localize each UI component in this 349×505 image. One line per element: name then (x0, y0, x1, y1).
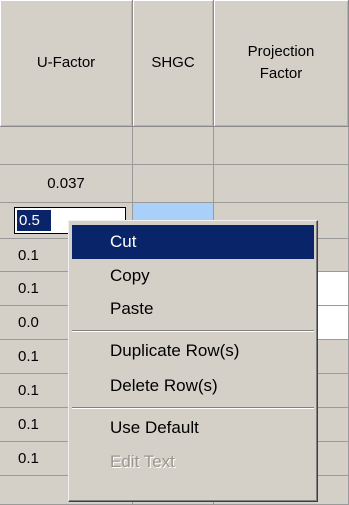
menu-item-edit-text: Edit Text (110, 452, 175, 471)
column-header-shgc[interactable]: SHGC (133, 0, 214, 127)
menu-item-copy[interactable]: Copy (72, 259, 314, 293)
menu-item-paste[interactable]: Paste (72, 292, 314, 326)
column-header-projection-factor[interactable]: Projection Factor (214, 0, 349, 127)
menu-separator (72, 407, 314, 409)
menu-separator (72, 330, 314, 332)
menu-item-use-default[interactable]: Use Default (72, 411, 314, 445)
menu-item-cut[interactable]: Cut (72, 225, 314, 259)
selected-text: 0.5 (17, 210, 51, 231)
column-header-u-factor[interactable]: U-Factor (0, 0, 133, 127)
menu-item-delete-rows[interactable]: Delete Row(s) (72, 369, 314, 403)
menu-item-duplicate-rows[interactable]: Duplicate Row(s) (72, 334, 314, 368)
grid-cell[interactable]: 0.037 (0, 165, 133, 203)
grid-cell[interactable] (133, 165, 214, 203)
grid-cell[interactable] (214, 127, 349, 165)
grid-cell[interactable] (0, 127, 133, 165)
context-menu: Cut Copy Paste Duplicate Row(s) Delete R… (68, 220, 318, 502)
grid-cell[interactable] (133, 127, 214, 165)
grid-cell[interactable] (214, 165, 349, 203)
